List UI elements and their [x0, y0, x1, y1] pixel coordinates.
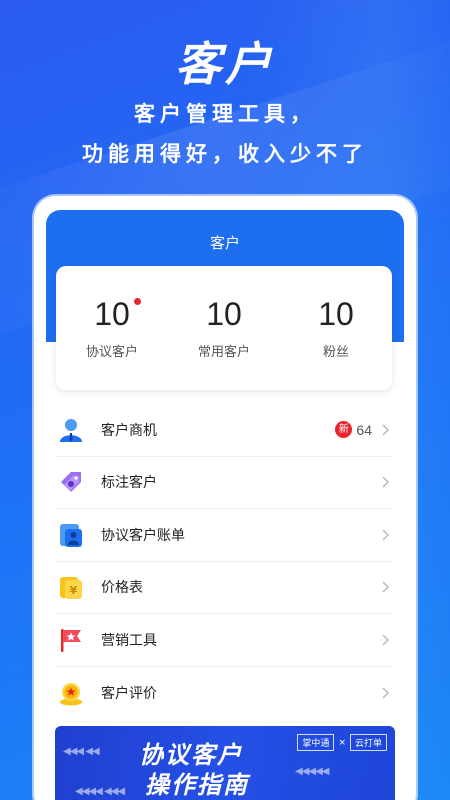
banner-tag: 云打单	[349, 734, 387, 751]
stat-agreement-customers[interactable]: 10 协议客户	[56, 266, 168, 390]
arrow-decoration: ◀◀◀◀ ◀◀◀	[75, 786, 125, 797]
banner-title: 协议客户 操作指南	[139, 740, 249, 800]
promo-subtitle-1: 客户管理工具，	[134, 102, 316, 126]
menu-label: 营销工具	[101, 632, 157, 649]
new-badge: 新	[335, 421, 353, 439]
arrow-decoration: ◀◀◀ ◀◀	[63, 746, 100, 757]
menu-label: 协议客户账单	[101, 527, 185, 544]
menu-item-customer-reviews[interactable]: 客户评价	[56, 667, 392, 720]
chevron-right-icon	[382, 581, 390, 593]
menu-item-marketing-tools[interactable]: 营销工具	[56, 614, 392, 667]
stat-value: 10	[94, 296, 130, 332]
page-title: 客户	[209, 234, 240, 252]
menu-item-mark-customer[interactable]: 标注客户	[56, 457, 392, 509]
promo-subtitle-2: 功能用得好，收入少不了	[82, 142, 368, 166]
stat-label: 协议客户	[85, 345, 138, 360]
menu-item-agreement-bill[interactable]: 协议客户账单	[56, 509, 392, 562]
banner-tags: 掌中通 × 云打单	[297, 734, 387, 751]
banner-title-line-1: 协议客户	[139, 741, 243, 769]
tag-icon	[57, 468, 85, 496]
chevron-right-icon	[382, 424, 390, 436]
menu-label: 标注客户	[101, 475, 157, 492]
stat-fans[interactable]: 10 粉丝	[280, 266, 392, 390]
banner-tag: 掌中通	[297, 734, 335, 751]
price-icon: ¥	[57, 573, 85, 601]
banner-tag-separator: ×	[338, 737, 346, 748]
guide-banner[interactable]: ◀◀◀ ◀◀ ◀◀◀◀ ◀◀◀ ◀◀◀◀◀ 掌中通 × 云打单 协议客户 操作指…	[55, 726, 395, 800]
stat-value: 10	[206, 296, 242, 332]
phone-frame: 客户 10 协议客户 10 常用客户 10 粉丝 客户商机 新 64 标注客户 …	[34, 196, 416, 800]
person-icon	[57, 416, 85, 444]
menu-label: 客户商机	[101, 422, 157, 439]
app-screen: 客户 10 协议客户 10 常用客户 10 粉丝 客户商机 新 64 标注客户 …	[46, 210, 404, 800]
stats-card: 10 协议客户 10 常用客户 10 粉丝	[56, 266, 392, 390]
flag-icon	[57, 626, 85, 654]
svg-text:¥: ¥	[70, 584, 78, 597]
stat-label: 粉丝	[322, 345, 349, 360]
stat-label: 常用客户	[197, 345, 250, 360]
menu-label: 价格表	[101, 580, 143, 597]
menu-item-price-list[interactable]: ¥ 价格表	[56, 562, 392, 614]
arrow-decoration: ◀◀◀◀◀	[295, 766, 329, 777]
promo-title: 客户	[175, 37, 275, 91]
stat-value: 10	[318, 296, 354, 332]
bill-icon	[57, 521, 85, 549]
banner-title-line-2: 操作指南	[145, 771, 249, 799]
menu-label: 客户评价	[101, 685, 157, 702]
menu-list: 客户商机 新 64 标注客户 协议客户账单 ¥ 价格表 营销工具 客户评价	[56, 404, 392, 719]
menu-item-business-opportunity[interactable]: 客户商机 新 64	[56, 404, 392, 457]
chevron-right-icon	[382, 687, 390, 699]
item-count: 64	[356, 421, 372, 438]
chevron-right-icon	[382, 476, 390, 488]
stat-frequent-customers[interactable]: 10 常用客户	[168, 266, 280, 390]
medal-icon	[57, 679, 85, 707]
notification-dot	[134, 298, 141, 305]
chevron-right-icon	[382, 634, 390, 646]
chevron-right-icon	[382, 529, 390, 541]
